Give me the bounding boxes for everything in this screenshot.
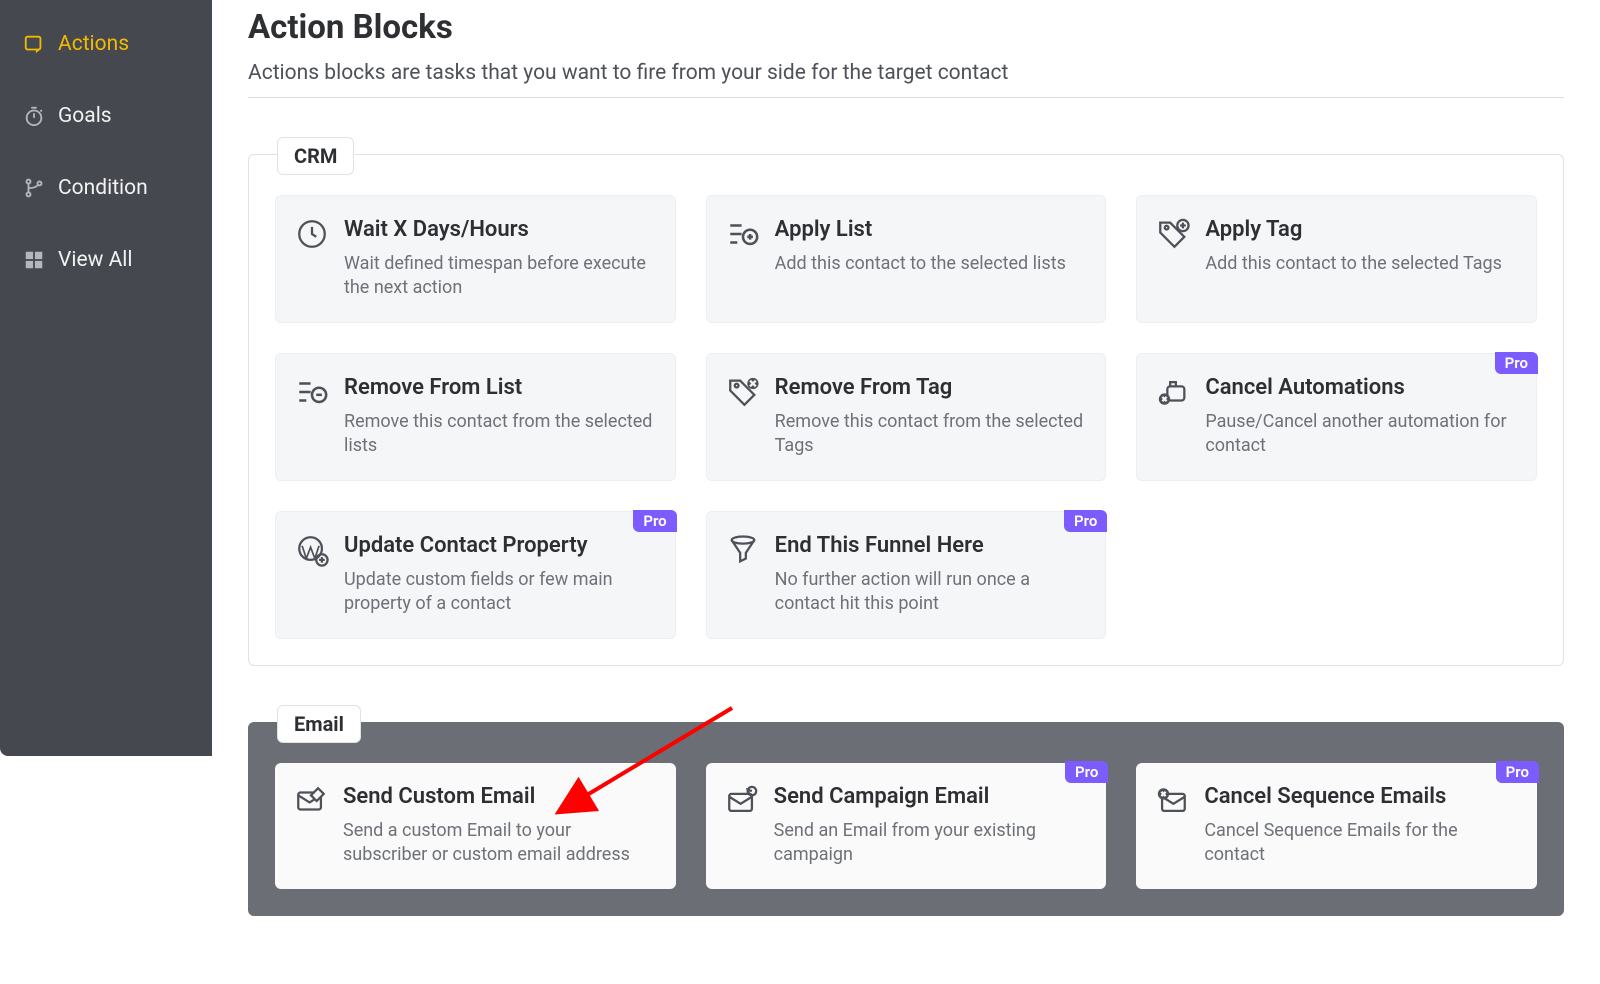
card-title: Apply Tag	[1205, 216, 1516, 244]
card-desc: Update custom fields or few main propert…	[344, 568, 655, 617]
sidebar-item-label: View All	[58, 248, 133, 272]
pro-badge: Pro	[1496, 761, 1539, 783]
card-title: Send Campaign Email	[774, 783, 1087, 811]
envelope-pencil-icon	[293, 783, 329, 819]
pro-badge: Pro	[1065, 761, 1108, 783]
grid-icon	[22, 248, 46, 272]
card-desc: Add this contact to the selected Tags	[1205, 252, 1516, 276]
sidebar-item-condition[interactable]: Condition	[0, 152, 212, 224]
sidebar-item-label: Actions	[58, 32, 129, 56]
tag-remove-icon	[725, 374, 761, 410]
branch-icon	[22, 176, 46, 200]
card-cancel-automations[interactable]: Pro Cancel Automations Pause/Cancel anot…	[1136, 353, 1537, 481]
main: Action Blocks Actions blocks are tasks t…	[212, 0, 1600, 984]
card-remove-tag[interactable]: Remove From Tag Remove this contact from…	[706, 353, 1107, 481]
card-desc: Send a custom Email to your subscriber o…	[343, 819, 656, 868]
pro-badge: Pro	[1064, 510, 1107, 532]
card-remove-list[interactable]: Remove From List Remove this contact fro…	[275, 353, 676, 481]
pro-badge: Pro	[1495, 352, 1538, 374]
funnel-icon	[725, 532, 761, 568]
sidebar: Actions Goals Condition View All	[0, 0, 212, 756]
card-desc: Cancel Sequence Emails for the contact	[1204, 819, 1517, 868]
sidebar-item-label: Condition	[58, 176, 148, 200]
card-desc: Add this contact to the selected lists	[775, 252, 1086, 276]
section-label-crm: CRM	[277, 137, 354, 175]
envelope-cancel-icon	[1154, 783, 1190, 819]
card-apply-tag[interactable]: Apply Tag Add this contact to the select…	[1136, 195, 1537, 323]
divider	[248, 97, 1564, 98]
actions-icon	[22, 32, 46, 56]
sidebar-item-actions[interactable]: Actions	[0, 8, 212, 80]
sidebar-item-goals[interactable]: Goals	[0, 80, 212, 152]
envelope-broadcast-icon	[724, 783, 760, 819]
card-title: Cancel Automations	[1205, 374, 1516, 402]
card-title: Send Custom Email	[343, 783, 656, 811]
card-cancel-sequence-emails[interactable]: Pro Cancel Sequence Emails Cancel Sequen…	[1136, 763, 1537, 889]
pro-badge: Pro	[633, 510, 676, 532]
card-desc: Remove this contact from the selected li…	[344, 410, 655, 459]
card-desc: No further action will run once a contac…	[775, 568, 1086, 617]
stopwatch-icon	[22, 104, 46, 128]
card-desc: Wait defined timespan before execute the…	[344, 252, 655, 301]
section-email: Email Send Custom Email Send a custom Em…	[248, 722, 1564, 916]
page-subtitle: Actions blocks are tasks that you want t…	[248, 61, 1564, 85]
card-desc: Pause/Cancel another automation for cont…	[1205, 410, 1516, 459]
card-send-custom-email[interactable]: Send Custom Email Send a custom Email to…	[275, 763, 676, 889]
clock-icon	[294, 216, 330, 252]
card-title: Remove From List	[344, 374, 655, 402]
card-title: Wait X Days/Hours	[344, 216, 655, 244]
list-remove-icon	[294, 374, 330, 410]
list-add-icon	[725, 216, 761, 252]
sidebar-item-view-all[interactable]: View All	[0, 224, 212, 296]
card-title: Cancel Sequence Emails	[1204, 783, 1517, 811]
card-send-campaign-email[interactable]: Pro Send Campaign Email Send an Email fr…	[706, 763, 1107, 889]
tag-add-icon	[1155, 216, 1191, 252]
page-title: Action Blocks	[248, 8, 1564, 47]
sidebar-item-label: Goals	[58, 104, 112, 128]
section-label-email: Email	[277, 705, 361, 743]
card-title: End This Funnel Here	[775, 532, 1086, 560]
section-crm: CRM Wait X Days/Hours Wait defined times…	[248, 154, 1564, 666]
wordpress-add-icon	[294, 532, 330, 568]
card-apply-list[interactable]: Apply List Add this contact to the selec…	[706, 195, 1107, 323]
card-title: Remove From Tag	[775, 374, 1086, 402]
card-wait[interactable]: Wait X Days/Hours Wait defined timespan …	[275, 195, 676, 323]
card-desc: Send an Email from your existing campaig…	[774, 819, 1087, 868]
card-title: Apply List	[775, 216, 1086, 244]
card-end-funnel[interactable]: Pro End This Funnel Here No further acti…	[706, 511, 1107, 639]
automation-cancel-icon	[1155, 374, 1191, 410]
card-title: Update Contact Property	[344, 532, 655, 560]
card-update-contact-property[interactable]: Pro Update Contact Property Update custo…	[275, 511, 676, 639]
card-desc: Remove this contact from the selected Ta…	[775, 410, 1086, 459]
